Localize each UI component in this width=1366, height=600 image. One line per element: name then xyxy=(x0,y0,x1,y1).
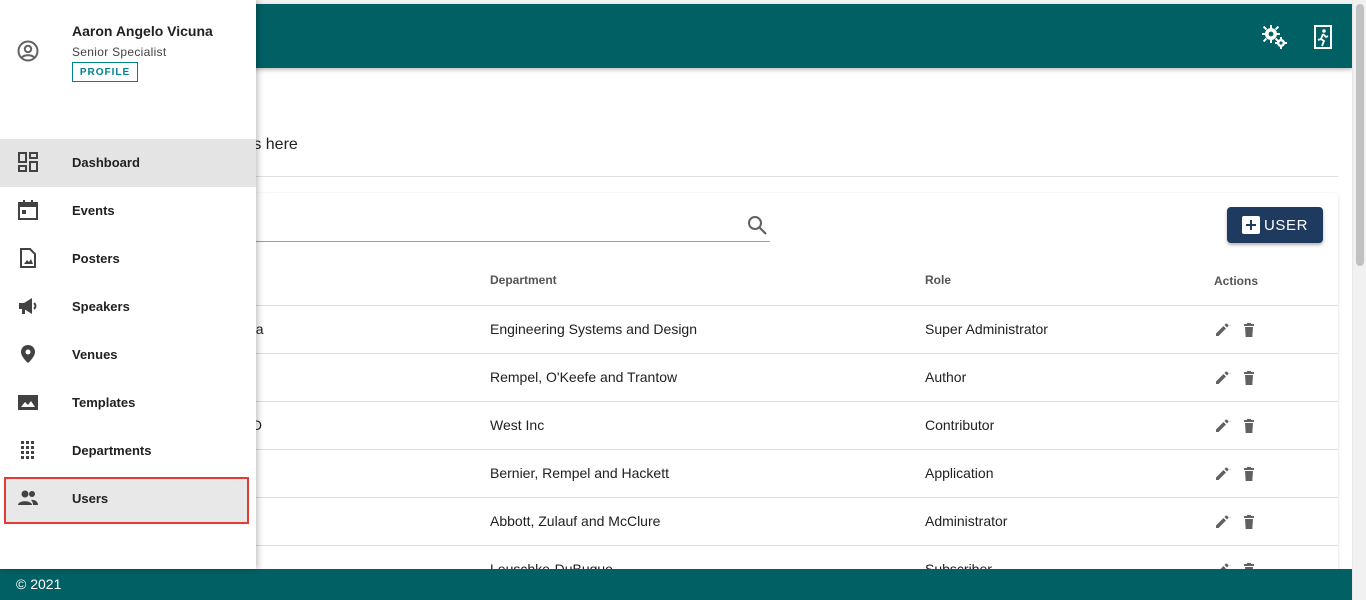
sidebar-item-label: Venues xyxy=(72,347,118,362)
vertical-scrollbar[interactable] xyxy=(1352,0,1366,600)
user-name: Aaron Angelo Vicuna xyxy=(72,23,213,39)
sidebar-item-label: Dashboard xyxy=(72,155,140,170)
delete-icon[interactable] xyxy=(1241,322,1257,338)
sidebar-item-users[interactable]: Users xyxy=(0,475,256,523)
cell-department: Rempel, O'Keefe and Trantow xyxy=(490,369,678,385)
header-role[interactable]: Role xyxy=(925,273,951,287)
cell-role: Application xyxy=(925,465,994,481)
delete-icon[interactable] xyxy=(1241,370,1257,386)
scrollbar-thumb[interactable] xyxy=(1356,4,1364,266)
add-icon xyxy=(1241,216,1260,234)
calendar-icon xyxy=(18,200,38,220)
image-file-icon xyxy=(20,248,36,268)
delete-icon[interactable] xyxy=(1241,514,1257,530)
building-icon xyxy=(21,441,34,459)
sidebar-item-speakers[interactable]: Speakers xyxy=(0,283,256,331)
cell-role: Administrator xyxy=(925,513,1008,529)
sidebar-item-label: Departments xyxy=(72,443,152,458)
sidebar-item-dashboard[interactable]: Dashboard xyxy=(0,139,256,187)
settings-icon[interactable] xyxy=(1262,24,1288,50)
dashboard-icon xyxy=(18,152,38,172)
edit-icon[interactable] xyxy=(1214,322,1230,338)
sidebar-item-events[interactable]: Events xyxy=(0,187,256,235)
copyright-text: © 2021 xyxy=(16,576,62,592)
delete-icon[interactable] xyxy=(1241,466,1257,482)
add-user-label: USER xyxy=(1263,216,1309,234)
sidebar-item-posters[interactable]: Posters xyxy=(0,235,256,283)
cell-role: Contributor xyxy=(925,417,995,433)
sidebar-item-label: Templates xyxy=(72,395,136,410)
cell-department: Bernier, Rempel and Hackett xyxy=(490,465,669,481)
edit-icon[interactable] xyxy=(1214,370,1230,386)
landscape-image-icon xyxy=(18,395,38,410)
cell-role: Author xyxy=(925,369,967,385)
header-department[interactable]: Department xyxy=(490,273,557,287)
sidebar-item-label: Users xyxy=(72,491,109,506)
app-root: rs here USER Department Role Actions naE… xyxy=(0,0,1366,600)
cell-department: Abbott, Zulauf and McClure xyxy=(490,513,661,529)
footer: © 2021 xyxy=(0,569,1352,600)
edit-icon[interactable] xyxy=(1214,514,1230,530)
add-user-button[interactable]: USER xyxy=(1227,207,1323,243)
sidebar-item-label: Speakers xyxy=(72,299,130,314)
sidebar-item-venues[interactable]: Venues xyxy=(0,331,256,379)
cell-department: Engineering Systems and Design xyxy=(490,321,698,337)
delete-icon[interactable] xyxy=(1241,418,1257,434)
search-icon[interactable] xyxy=(746,214,768,236)
exit-icon[interactable] xyxy=(1310,24,1336,50)
profile-button[interactable]: PROFILE xyxy=(72,62,138,82)
account-circle-icon xyxy=(17,40,39,62)
header-actions: Actions xyxy=(1214,274,1259,288)
sidebar-item-label: Posters xyxy=(72,251,120,266)
user-role: Senior Specialist xyxy=(72,45,167,59)
people-icon xyxy=(18,490,38,505)
location-pin-icon xyxy=(21,345,35,363)
sidebar-item-departments[interactable]: Departments xyxy=(0,427,256,475)
cell-department: West Inc xyxy=(490,417,545,433)
edit-icon[interactable] xyxy=(1214,418,1230,434)
megaphone-icon xyxy=(19,298,37,314)
sidebar-item-label: Events xyxy=(72,203,115,218)
cell-role: Super Administrator xyxy=(925,321,1048,337)
sidebar-item-templates[interactable]: Templates xyxy=(0,379,256,427)
edit-icon[interactable] xyxy=(1214,466,1230,482)
navigation-drawer: Aaron Angelo Vicuna Senior Specialist PR… xyxy=(0,0,256,569)
